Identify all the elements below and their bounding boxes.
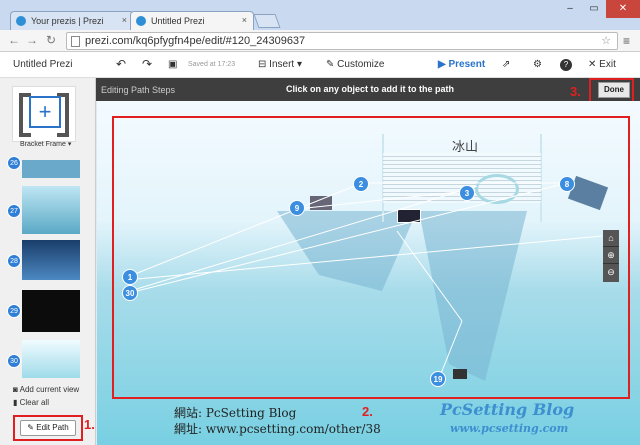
exit-label: Exit: [599, 59, 616, 70]
path-thumbnail[interactable]: [22, 160, 80, 178]
add-current-view-label: Add current view: [19, 385, 80, 394]
new-tab-button[interactable]: [253, 14, 281, 28]
customize-label: Customize: [337, 59, 385, 70]
close-icon: ✕: [588, 59, 600, 70]
exit-button[interactable]: ✕ Exit: [588, 59, 616, 70]
path-thumbnail[interactable]: [22, 240, 80, 280]
customize-button[interactable]: ✎ Customize: [326, 59, 384, 70]
canvas-highlight: [112, 116, 630, 399]
bracket-frame-thumbnail[interactable]: +: [12, 86, 76, 142]
url-text: prezi.com/kq6pfygfn4pe/edit/#120_2430963…: [85, 35, 306, 47]
prezi-favicon-icon: [136, 16, 146, 26]
tab-label: Your prezis | Prezi: [31, 16, 104, 26]
annotation-label-1: 1.: [84, 417, 95, 432]
undo-icon[interactable]: ↶: [116, 57, 126, 71]
saved-status: Saved at 17:23: [188, 61, 236, 68]
prezi-toolbar: Untitled Prezi ↶ ↷ ▣ Saved at 17:23 ⊟ In…: [0, 52, 640, 78]
play-icon: ▶: [438, 59, 449, 70]
browser-window: Your prezis | Prezi × Untitled Prezi × –…: [0, 0, 640, 445]
forward-icon[interactable]: →: [26, 33, 38, 47]
gear-icon[interactable]: ⚙: [533, 59, 542, 70]
close-window-button[interactable]: ✕: [606, 0, 640, 18]
clear-all-button[interactable]: ▮ Clear all: [13, 398, 49, 407]
path-edit-bar: Editing Path Steps Click on any object t…: [96, 78, 640, 101]
tab-close-icon[interactable]: ×: [242, 15, 247, 25]
path-bar-title: Editing Path Steps: [101, 85, 176, 95]
frame-type-select[interactable]: Bracket Frame ▾: [20, 140, 71, 148]
path-bar-instructions: Click on any object to add it to the pat…: [286, 84, 455, 94]
path-thumbnail[interactable]: [22, 186, 80, 234]
tab-your-prezis[interactable]: Your prezis | Prezi ×: [10, 11, 134, 30]
add-current-view-button[interactable]: ◙ Add current view: [13, 385, 79, 394]
path-step-number: 29: [7, 304, 21, 318]
canvas-footer-line2: 網址: www.pcsetting.com/other/38: [174, 422, 381, 436]
browser-menu-icon[interactable]: ≡: [623, 34, 630, 48]
back-icon[interactable]: ←: [8, 33, 20, 47]
prezi-title[interactable]: Untitled Prezi: [13, 59, 72, 70]
share-icon[interactable]: ⇗: [502, 59, 510, 70]
bookmark-star-icon[interactable]: ☆: [601, 33, 611, 49]
watermark-url: www.pcsetting.com: [450, 422, 569, 435]
minimize-button[interactable]: –: [558, 0, 582, 18]
path-step-number: 27: [7, 204, 21, 218]
edit-path-label: Edit Path: [36, 423, 69, 432]
path-step-number: 30: [7, 354, 21, 368]
zoom-in-icon[interactable]: ⊕: [603, 247, 619, 264]
reload-icon[interactable]: ↻: [46, 33, 56, 47]
path-step-number: 26: [7, 156, 21, 170]
maximize-button[interactable]: ▭: [582, 0, 606, 18]
prezi-favicon-icon: [16, 16, 26, 26]
insert-menu[interactable]: ⊟ Insert ▾: [258, 59, 302, 70]
annotation-label-3: 3.: [570, 84, 581, 99]
canvas-footer-line1: 網站: PcSetting Blog: [174, 406, 297, 420]
url-input[interactable]: prezi.com/kq6pfygfn4pe/edit/#120_2430963…: [66, 32, 618, 50]
watermark-title: PcSetting Blog: [440, 400, 575, 419]
edit-path-button[interactable]: ✎ Edit Path: [20, 420, 76, 436]
annotation-label-2: 2.: [362, 404, 373, 419]
path-step-number: 28: [7, 254, 21, 268]
camera-icon: ◙: [13, 385, 20, 394]
zoom-out-icon[interactable]: ⊖: [603, 264, 619, 281]
trash-icon: ▮: [13, 398, 20, 407]
done-button[interactable]: Done: [598, 82, 630, 98]
path-thumbnail[interactable]: [22, 340, 80, 378]
brush-icon: ✎: [326, 59, 338, 70]
redo-icon[interactable]: ↷: [142, 57, 152, 71]
zoom-controls: ⌂ ⊕ ⊖: [603, 230, 619, 282]
insert-label: Insert ▾: [269, 59, 302, 70]
tab-strip: Your prezis | Prezi × Untitled Prezi × –…: [0, 0, 640, 30]
path-thumbnail[interactable]: [22, 290, 80, 332]
present-button[interactable]: ▶ Present: [438, 59, 485, 70]
tab-label: Untitled Prezi: [151, 16, 205, 26]
home-icon[interactable]: ⌂: [603, 230, 619, 247]
help-icon[interactable]: ?: [560, 59, 572, 71]
address-bar: ← → ↻ prezi.com/kq6pfygfn4pe/edit/#120_2…: [0, 30, 640, 52]
save-icon[interactable]: ▣: [168, 59, 177, 70]
tab-close-icon[interactable]: ×: [122, 15, 127, 25]
clear-all-label: Clear all: [19, 398, 49, 407]
tab-untitled-prezi[interactable]: Untitled Prezi ×: [130, 11, 254, 30]
insert-icon: ⊟: [258, 59, 270, 70]
path-sidebar: + Bracket Frame ▾ 26 27 28 29 30 ◙ Add c…: [0, 78, 96, 445]
page-icon: [71, 36, 80, 47]
plus-icon: +: [29, 96, 61, 128]
pencil-icon: ✎: [27, 423, 37, 432]
present-label: Present: [448, 59, 486, 70]
